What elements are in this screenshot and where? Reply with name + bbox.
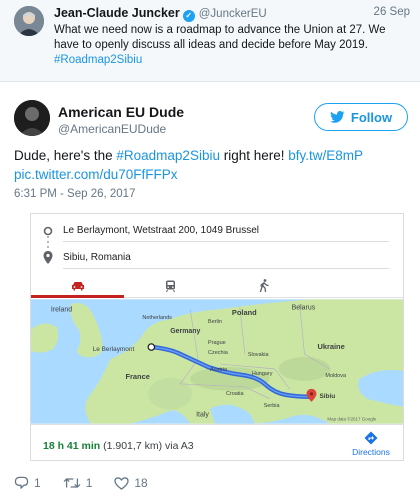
map-card[interactable]: Le Berlaymont, Wetstraat 200, 1049 Bruss…	[30, 213, 404, 461]
tweet-text: Dude, here's the #Roadmap2Sibiu right he…	[14, 146, 410, 184]
map-label-le-berlaymont: Le Berlaymont	[93, 346, 135, 353]
map-label-poland: Poland	[232, 308, 257, 317]
tab-flight[interactable]	[310, 274, 403, 297]
follow-button[interactable]: Follow	[314, 103, 408, 131]
tweet-link-short[interactable]: bfy.tw/E8mP	[288, 148, 363, 163]
quoted-date[interactable]: 26 Sep	[374, 6, 410, 18]
like-count: 18	[134, 476, 148, 490]
map-label-ireland: Ireland	[51, 306, 72, 313]
walking-icon	[259, 279, 269, 292]
tweet-hashtag[interactable]: #Roadmap2Sibiu	[116, 148, 220, 163]
tweet-actions: 1 1 18	[14, 476, 148, 490]
route-map[interactable]: Ireland Netherlands Berlin Germany Polan…	[31, 299, 403, 424]
person-icon	[14, 100, 50, 136]
verified-badge-icon: ✓	[182, 10, 195, 22]
origin-marker-icon[interactable]	[147, 343, 156, 351]
map-label-hungary: Hungary	[252, 371, 273, 377]
reply-count: 1	[34, 476, 41, 490]
map-label-germany: Germany	[170, 328, 200, 335]
route-distance: (1.901,7 km) via A3	[103, 440, 194, 452]
route-destination: Sibiu, Romania	[63, 252, 131, 263]
reply-icon	[14, 476, 29, 489]
quoted-text: What we need now is a roadmap to advance…	[54, 23, 404, 68]
map-label-sibiu: Sibiu	[319, 393, 335, 400]
train-icon	[166, 280, 175, 292]
map-label-austria: Austria	[210, 367, 228, 373]
map-label-berlin: Berlin	[208, 319, 222, 325]
like-button[interactable]: 18	[114, 476, 148, 490]
travel-mode-tabs	[31, 274, 403, 298]
quoted-author-handle: @JunckerEU	[198, 8, 267, 20]
route-summary: 18 h 41 min (1.901,7 km) via A3 Directio…	[31, 424, 403, 460]
retweet-icon	[63, 478, 80, 488]
tab-walk[interactable]	[217, 274, 310, 297]
tweet-timestamp[interactable]: 6:31 PM - Sep 26, 2017	[14, 188, 135, 200]
map-label-moldova: Moldova	[325, 373, 347, 379]
directions-label: Directions	[352, 447, 390, 457]
quoted-author-name: Jean-Claude Juncker	[54, 6, 180, 20]
quoted-author[interactable]: Jean-Claude Juncker ✓ @JunckerEU	[54, 6, 267, 22]
map-label-france: France	[125, 372, 149, 381]
route-origin: Le Berlaymont, Wetstraat 200, 1049 Bruss…	[63, 225, 260, 236]
map-label-croatia: Croatia	[226, 391, 245, 397]
tweet-text-prefix: Dude, here's the	[14, 148, 117, 163]
map-label-ukraine: Ukraine	[317, 342, 344, 351]
map-label-serbia: Serbia	[264, 403, 281, 409]
route-destination-row[interactable]: Sibiu, Romania	[31, 247, 403, 269]
map-label-belarus: Belarus	[292, 304, 316, 311]
retweet-button[interactable]: 1	[63, 476, 93, 490]
map-label-slovakia: Slovakia	[248, 352, 270, 358]
quoted-hashtag[interactable]: #Roadmap2Sibiu	[54, 54, 142, 66]
location-pin-icon	[43, 251, 53, 264]
twitter-bird-icon	[330, 111, 345, 123]
tweet-text-mid: right here!	[219, 148, 289, 163]
tab-transit[interactable]	[124, 274, 217, 297]
directions-icon	[364, 431, 378, 445]
map-label-czechia: Czechia	[208, 350, 229, 356]
quoted-avatar[interactable]	[14, 6, 44, 36]
author-name[interactable]: American EU Dude	[58, 104, 184, 120]
map-attribution: Map data ©2017 Google	[327, 416, 376, 422]
tweet-link-pic[interactable]: pic.twitter.com/du70FfFFPx	[14, 167, 178, 182]
quoted-text-body: What we need now is a roadmap to advance…	[54, 24, 386, 51]
reply-button[interactable]: 1	[14, 476, 41, 490]
map-label-prague: Prague	[208, 340, 226, 346]
map-label-italy: Italy	[196, 412, 209, 419]
route-duration: 18 h 41 min	[43, 440, 101, 452]
author-avatar[interactable]	[14, 100, 50, 136]
directions-button[interactable]: Directions	[351, 431, 391, 457]
tab-drive[interactable]	[31, 274, 124, 298]
heart-icon	[114, 476, 130, 490]
person-icon	[14, 6, 44, 36]
author-handle[interactable]: @AmericanEUDude	[58, 122, 166, 136]
route-duration-line: 18 h 41 min (1.901,7 km) via A3	[43, 440, 194, 452]
follow-label: Follow	[350, 109, 393, 125]
map-label-netherlands: Netherlands	[142, 315, 172, 321]
route-origin-row[interactable]: Le Berlaymont, Wetstraat 200, 1049 Bruss…	[31, 220, 403, 242]
retweet-count: 1	[85, 476, 93, 490]
quoted-tweet[interactable]: Jean-Claude Juncker ✓ @JunckerEU 26 Sep Wh…	[0, 0, 420, 82]
car-icon	[71, 281, 84, 290]
